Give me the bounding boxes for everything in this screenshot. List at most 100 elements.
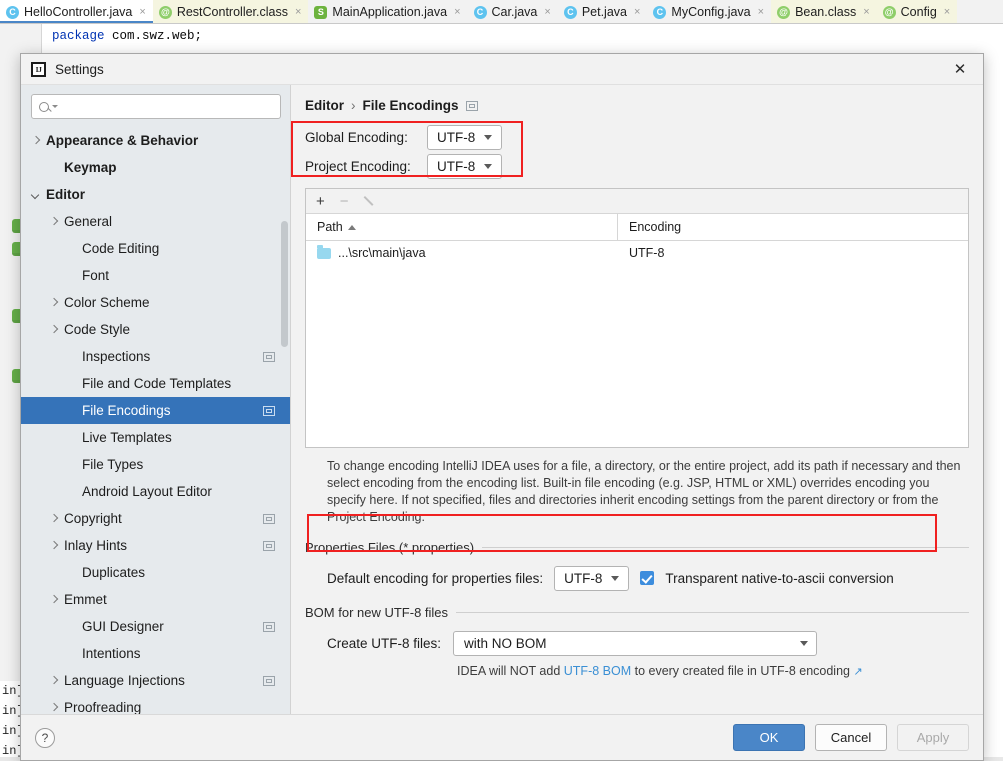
sidebar-item-proofreading[interactable]: Proofreading [21,694,291,714]
settings-sync-badge-icon[interactable] [465,100,478,111]
table-cell-path-label: ...\src\main\java [338,246,426,260]
sidebar-item-appearance-behavior[interactable]: Appearance & Behavior [21,127,291,154]
settings-sync-badge-icon[interactable] [263,621,275,632]
tab-close-icon[interactable]: × [139,6,145,18]
chevron-right-icon[interactable] [49,594,60,605]
cancel-button[interactable]: Cancel [815,724,887,751]
sidebar-item-file-encodings[interactable]: File Encodings [21,397,291,424]
bom-create-select[interactable]: with NO BOM [453,630,818,656]
tab-close-icon[interactable]: × [295,6,301,18]
pencil-icon [364,195,377,208]
breadcrumb-current: File Encodings [362,98,459,113]
settings-sync-badge-icon[interactable] [263,405,275,416]
editor-tab[interactable]: @ RestController.class × [152,0,309,23]
bom-note-link[interactable]: UTF‑8 BOM [564,664,631,678]
chevron-right-icon[interactable] [49,513,60,524]
column-header-path-label: Path [317,220,343,234]
settings-sync-badge-icon[interactable] [263,513,275,524]
native-to-ascii-checkbox[interactable] [640,571,655,585]
editor-tab[interactable]: C Pet.java × [557,0,648,23]
chevron-right-icon[interactable] [49,675,60,686]
global-encoding-value: UTF‑8 [437,129,476,145]
editor-tab-bar: C HelloController.java × @ RestController.cl… [0,0,1003,24]
properties-encoding-select[interactable]: UTF‑8 [554,565,630,591]
settings-sync-badge-icon[interactable] [263,351,275,362]
properties-section-header: Properties Files (*.properties) [305,540,969,555]
sidebar-item-language-injections[interactable]: Language Injections [21,667,291,694]
project-encoding-select[interactable]: UTF‑8 [427,153,503,179]
sidebar-item-keymap[interactable]: Keymap [21,154,291,181]
help-button[interactable]: ? [35,727,55,748]
settings-sync-badge-icon[interactable] [263,675,275,686]
ok-button[interactable]: OK [733,724,805,751]
sidebar-item-emmet[interactable]: Emmet [21,586,291,613]
sidebar-item-general[interactable]: General [21,208,291,235]
annotation-at-icon: @ [777,5,791,19]
chevron-right-icon[interactable] [49,216,60,227]
sidebar-item-copyright[interactable]: Copyright [21,505,291,532]
settings-sync-badge-icon[interactable] [263,540,275,551]
chevron-right-icon[interactable] [49,324,60,335]
search-box[interactable] [31,94,281,119]
column-header-encoding[interactable]: Encoding [618,214,681,240]
search-input[interactable] [61,99,273,114]
chevron-right-icon[interactable] [49,702,60,713]
chevron-right-icon[interactable] [49,540,60,551]
sidebar-scrollbar[interactable] [281,221,288,347]
sidebar-item-label: Live Templates [82,430,172,445]
tab-close-icon[interactable]: × [863,6,869,18]
table-body: ...\src\main\java UTF‑8 [306,241,968,447]
editor-tab[interactable]: C MyConfig.java × [647,0,772,23]
sidebar-item-intentions[interactable]: Intentions [21,640,291,667]
sidebar-item-code-style[interactable]: Code Style [21,316,291,343]
sidebar-item-code-editing[interactable]: Code Editing [21,235,291,262]
sidebar-item-label: Inspections [82,349,151,364]
editor-tab[interactable]: @ Bean.class × [771,0,877,23]
editor-tab[interactable]: C Car.java × [467,0,558,23]
section-divider [456,612,969,613]
native-to-ascii-label[interactable]: Transparent native‑to‑ascii conversion [665,571,893,586]
breadcrumb-root[interactable]: Editor [305,98,344,113]
editor-tab[interactable]: S MainApplication.java × [308,0,468,23]
sidebar-item-label: Editor [46,187,85,202]
chevron-down-icon[interactable] [31,189,42,200]
sidebar-item-inspections[interactable]: Inspections [21,343,291,370]
tab-close-icon[interactable]: × [454,6,460,18]
tab-close-icon[interactable]: × [544,6,550,18]
class-c-icon: C [473,5,487,19]
sidebar-item-inlay-hints[interactable]: Inlay Hints [21,532,291,559]
sidebar-item-file-and-code-templates[interactable]: File and Code Templates [21,370,291,397]
chevron-right-icon[interactable] [31,135,42,146]
sidebar-item-color-scheme[interactable]: Color Scheme [21,289,291,316]
sidebar-item-file-types[interactable]: File Types [21,451,291,478]
dialog-body: Appearance & Behavior Keymap Editor General… [21,85,983,714]
sidebar-item-editor[interactable]: Editor [21,181,291,208]
chevron-right-icon[interactable] [49,297,60,308]
column-header-path[interactable]: Path [306,214,618,240]
project-encoding-row: Project Encoding: UTF‑8 [305,153,969,179]
properties-files-section: Properties Files (*.properties) Default … [305,514,969,591]
sidebar-item-label: Proofreading [64,700,142,714]
bom-create-row: Create UTF‑8 files: with NO BOM [305,630,969,656]
class-c-icon: C [653,5,667,19]
table-row[interactable]: ...\src\main\java UTF‑8 [306,241,968,265]
bom-section-header: BOM for new UTF‑8 files [305,605,969,620]
close-icon[interactable]: ✕ [937,54,983,85]
sidebar-item-duplicates[interactable]: Duplicates [21,559,291,586]
editor-tab[interactable]: C HelloController.java × [0,0,153,23]
sidebar-item-font[interactable]: Font [21,262,291,289]
tab-close-icon[interactable]: × [634,6,640,18]
editor-tab[interactable]: @ Config × [876,0,958,23]
sidebar-item-gui-designer[interactable]: GUI Designer [21,613,291,640]
external-link-icon[interactable]: ↗ [853,666,862,678]
tab-close-icon[interactable]: × [944,6,950,18]
sidebar-item-android-layout-editor[interactable]: Android Layout Editor [21,478,291,505]
properties-encoding-row: Default encoding for properties files: U… [305,565,969,591]
sidebar-item-label: General [64,214,113,229]
tab-close-icon[interactable]: × [758,6,764,18]
sidebar-item-live-templates[interactable]: Live Templates [21,424,291,451]
global-encoding-select[interactable]: UTF‑8 [427,124,503,150]
table-cell-encoding[interactable]: UTF‑8 [618,246,664,260]
add-button[interactable]: + [316,194,325,209]
